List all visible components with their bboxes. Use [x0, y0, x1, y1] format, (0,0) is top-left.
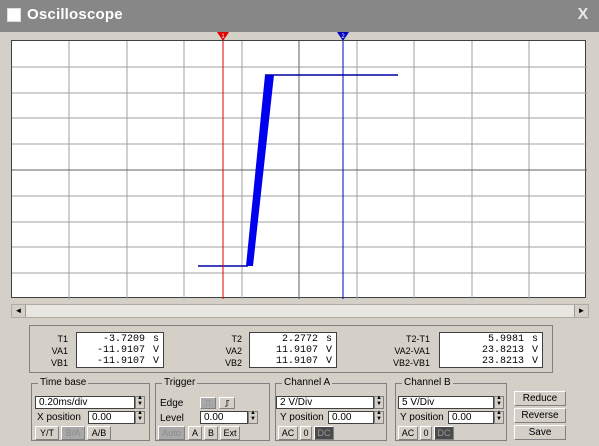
- rising-edge-icon[interactable]: ⎍: [200, 397, 216, 409]
- vb2-unit: V: [325, 356, 332, 367]
- trigger-ext-button[interactable]: Ext: [220, 426, 240, 440]
- channel-b-dc-button[interactable]: DC: [434, 426, 454, 440]
- channel-b-zero-button[interactable]: 0: [420, 426, 432, 440]
- channel-a-scale-field[interactable]: 2 V/Div: [276, 396, 374, 409]
- falling-edge-icon[interactable]: ⎎: [219, 397, 235, 409]
- delta-readout-box: 5.9981 s 23.8213 V 23.8213 V: [439, 332, 543, 368]
- dva-label: VA2-VA1: [394, 346, 430, 356]
- channel-a-dc-button[interactable]: DC: [314, 426, 334, 440]
- channel-a-zero-button[interactable]: 0: [300, 426, 312, 440]
- vb1-label: VB1: [50, 358, 68, 368]
- va2-label: VA2: [225, 346, 242, 356]
- trigger-panel: Trigger Edge ⎍ ⎎ Level 0.00 Auto A B Ext: [155, 377, 270, 441]
- channel-b-ypos-field[interactable]: 0.00: [448, 411, 494, 424]
- vb1-value: -11.9107: [96, 356, 145, 367]
- reverse-button[interactable]: Reverse: [514, 408, 566, 423]
- trigger-b-button[interactable]: B: [204, 426, 218, 440]
- dt-label: T2-T1: [405, 334, 430, 344]
- window-title: Oscilloscope: [27, 6, 123, 23]
- x-position-field[interactable]: 0.00: [88, 411, 135, 424]
- dvb-value: 23.8213: [481, 356, 524, 367]
- mode-ab-button[interactable]: A/B: [87, 426, 111, 440]
- trigger-a-button[interactable]: A: [188, 426, 202, 440]
- edge-label: Edge: [160, 398, 184, 409]
- channel-b-panel: Channel B 5 V/Div Y position 0.00 AC 0 D…: [395, 377, 507, 441]
- save-button[interactable]: Save: [514, 425, 566, 440]
- scope-grid: [12, 41, 587, 299]
- vb2-value: 11.9107: [275, 356, 318, 367]
- channel-b-title: Channel B: [402, 377, 453, 388]
- channel-a-title: Channel A: [282, 377, 333, 388]
- t1-readout-box: -3.7209 s -11.9107 V -11.9107 V: [76, 332, 164, 368]
- timebase-scale-spinner[interactable]: [135, 395, 145, 409]
- trigger-level-spinner[interactable]: [248, 410, 258, 424]
- channel-b-ypos-label: Y position: [400, 412, 444, 423]
- timebase-panel: Time base 0.20ms/div X position 0.00 Y/T…: [31, 377, 150, 441]
- timebase-title: Time base: [38, 377, 89, 388]
- dvb-label: VB2-VB1: [392, 358, 430, 368]
- channel-b-scale-spinner[interactable]: [494, 395, 504, 409]
- t2-label: T2: [231, 334, 242, 344]
- va1-label: VA1: [51, 346, 68, 356]
- scope-screen[interactable]: [11, 40, 587, 299]
- channel-b-scale-field[interactable]: 5 V/Div: [398, 396, 494, 409]
- channel-a-scale-spinner[interactable]: [374, 395, 384, 409]
- cursor-readout-panel: T1 VA1 VB1 -3.7209 s -11.9107 V -11.9107 V …: [29, 325, 553, 373]
- level-label: Level: [160, 413, 184, 424]
- mode-ba-button[interactable]: B/A: [61, 426, 85, 440]
- channel-a-ypos-field[interactable]: 0.00: [328, 411, 374, 424]
- scroll-right-icon[interactable]: ►: [574, 305, 588, 317]
- trigger-level-field[interactable]: 0.00: [200, 411, 248, 424]
- timebase-scale-field[interactable]: 0.20ms/div: [35, 396, 135, 409]
- channel-b-ac-button[interactable]: AC: [398, 426, 418, 440]
- channel-a-ypos-label: Y position: [280, 412, 324, 423]
- vb1-unit: V: [152, 356, 159, 367]
- title-bar: Oscilloscope X: [0, 0, 599, 32]
- scroll-left-icon[interactable]: ◄: [12, 305, 26, 317]
- window-icon[interactable]: [7, 8, 21, 22]
- channel-a-panel: Channel A 2 V/Div Y position 0.00 AC 0 D…: [275, 377, 387, 441]
- close-icon[interactable]: X: [575, 6, 591, 24]
- trigger-title: Trigger: [162, 377, 198, 388]
- horizontal-scrollbar[interactable]: ◄ ►: [11, 304, 589, 318]
- x-position-label: X position: [37, 412, 81, 423]
- trigger-auto-button[interactable]: Auto: [158, 426, 185, 440]
- channel-a-ac-button[interactable]: AC: [278, 426, 298, 440]
- x-position-spinner[interactable]: [135, 410, 145, 424]
- t1-label: T1: [57, 334, 68, 344]
- channel-b-ypos-spinner[interactable]: [494, 410, 504, 424]
- reduce-button[interactable]: Reduce: [514, 391, 566, 406]
- vb2-label: VB2: [224, 358, 242, 368]
- mode-yt-button[interactable]: Y/T: [35, 426, 59, 440]
- dvb-unit: V: [531, 356, 538, 367]
- t2-readout-box: 2.2772 s 11.9107 V 11.9107 V: [249, 332, 337, 368]
- channel-a-ypos-spinner[interactable]: [374, 410, 384, 424]
